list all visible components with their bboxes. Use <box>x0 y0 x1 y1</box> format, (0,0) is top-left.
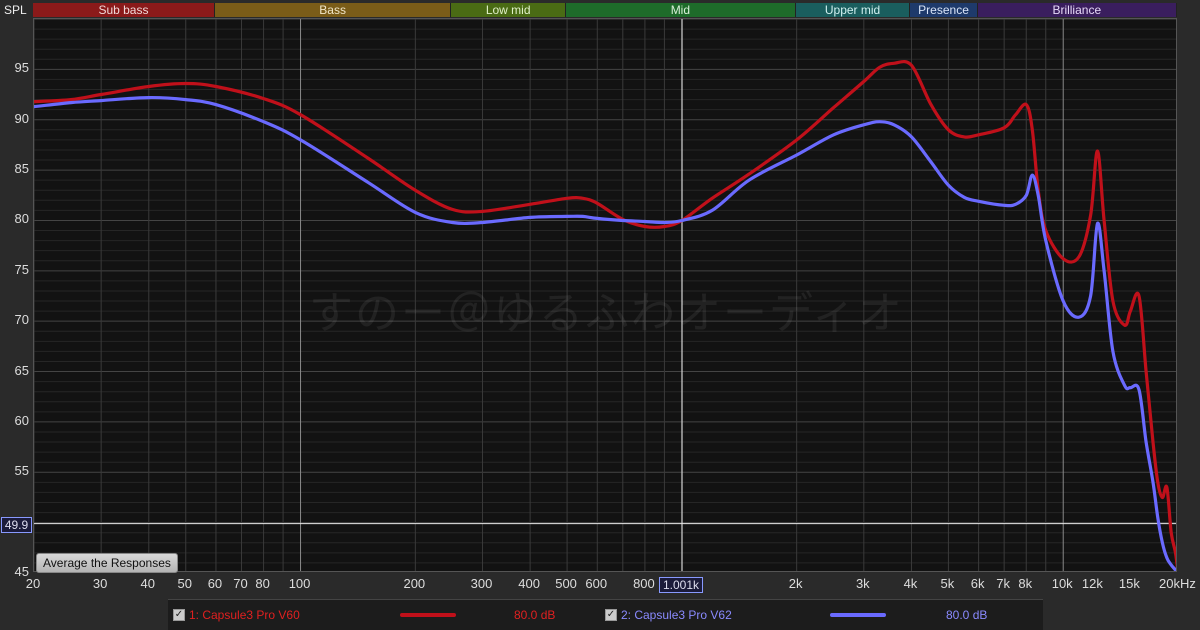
legend-swatch-1 <box>400 613 456 617</box>
legend-level-1: 80.0 dB <box>514 608 556 622</box>
x-tick-label: 20 <box>25 576 41 591</box>
y-tick-label: 95 <box>14 60 29 76</box>
x-tick-label: 5k <box>940 576 955 591</box>
x-tick-label: 80 <box>255 576 270 591</box>
x-tick-label: 6k <box>970 576 985 591</box>
band-low-mid: Low mid <box>451 3 567 17</box>
legend: ✓ 1: Capsule3 Pro V60 80.0 dB ✓ 2: Capsu… <box>168 599 1043 630</box>
legend-label-1: 1: Capsule3 Pro V60 <box>189 608 300 622</box>
frequency-response-plot[interactable]: すのー＠ゆるふわオーディオ <box>33 18 1177 572</box>
x-tick-label: 3k <box>855 576 870 591</box>
band-bass: Bass <box>214 3 452 17</box>
y-tick-label: 75 <box>14 261 29 277</box>
y-axis-title: SPL <box>4 3 27 17</box>
x-tick-label: 60 <box>207 576 223 591</box>
x-tick-label: 2k <box>788 576 803 591</box>
x-tick-label: 50 <box>177 576 192 591</box>
series-line-1 <box>34 60 1176 570</box>
chart-canvas <box>34 19 1176 571</box>
x-tick-label: 4k <box>903 576 918 591</box>
x-tick-label: 600 <box>585 576 608 591</box>
average-responses-button[interactable]: Average the Responses <box>36 553 178 573</box>
legend-checkbox-2[interactable]: ✓ <box>605 609 617 621</box>
x-tick-label: 30 <box>92 576 108 591</box>
y-tick-label: 90 <box>14 110 29 126</box>
series-line-2 <box>34 95 1176 571</box>
legend-checkbox-1[interactable]: ✓ <box>173 609 185 621</box>
band-mid: Mid <box>566 3 796 17</box>
y-tick-label: 85 <box>14 161 29 177</box>
cursor-y-readout: 49.9 <box>1 517 32 533</box>
x-tick-label: 40 <box>140 576 156 591</box>
frequency-band-bar: Sub bass Bass Low mid Mid Upper mid Presence B… <box>33 3 1177 17</box>
x-tick-label: 12k <box>1081 576 1103 591</box>
x-tick-label: 20kHz <box>1159 576 1196 591</box>
x-tick-label: 15k <box>1118 576 1140 591</box>
band-upper-mid: Upper mid <box>795 3 911 17</box>
x-tick-label: 300 <box>470 576 493 591</box>
x-tick-label: 70 <box>233 576 248 591</box>
x-tick-label: 100 <box>288 576 311 591</box>
x-tick-label: 800 <box>633 576 655 591</box>
x-tick-label: 8k <box>1018 576 1033 591</box>
x-tick-label: 400 <box>518 576 540 591</box>
y-tick-label: 55 <box>14 463 29 479</box>
legend-swatch-2 <box>830 613 886 617</box>
cursor-x-readout: 1.001k <box>659 577 703 593</box>
band-brilliance: Brilliance <box>977 3 1177 17</box>
legend-level-2: 80.0 dB <box>946 608 988 622</box>
x-tick-label: 500 <box>555 576 577 591</box>
y-tick-label: 65 <box>14 362 29 378</box>
x-tick-label: 7k <box>996 576 1010 591</box>
y-tick-label: 80 <box>14 211 29 227</box>
band-sub-bass: Sub bass <box>33 3 215 17</box>
y-tick-label: 60 <box>14 412 29 428</box>
x-tick-label: 200 <box>403 576 426 591</box>
band-presence: Presence <box>910 3 978 17</box>
x-tick-label: 10k <box>1051 576 1073 591</box>
y-tick-label: 70 <box>14 312 29 328</box>
legend-label-2: 2: Capsule3 Pro V62 <box>621 608 732 622</box>
